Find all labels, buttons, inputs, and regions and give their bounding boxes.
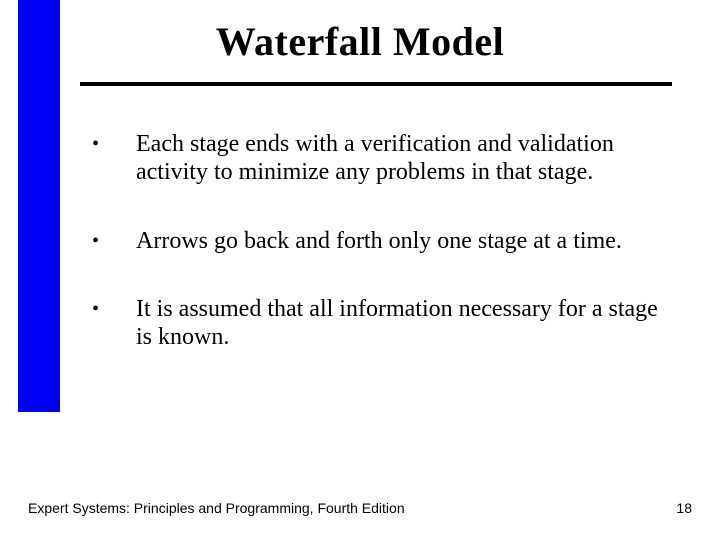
slide-title: Waterfall Model [0, 18, 720, 65]
slide: Waterfall Model • Each stage ends with a… [0, 0, 720, 540]
bullet-text: It is assumed that all information neces… [136, 295, 668, 352]
list-item: • Each stage ends with a verification an… [92, 130, 668, 187]
bullet-icon: • [92, 227, 136, 254]
list-item: • It is assumed that all information nec… [92, 295, 668, 352]
title-underline [80, 82, 672, 86]
bullet-text: Arrows go back and forth only one stage … [136, 227, 668, 255]
footer: Expert Systems: Principles and Programmi… [28, 500, 692, 516]
list-item: • Arrows go back and forth only one stag… [92, 227, 668, 255]
footer-source: Expert Systems: Principles and Programmi… [28, 500, 405, 516]
bullet-text: Each stage ends with a verification and … [136, 130, 668, 187]
page-number: 18 [676, 500, 692, 516]
bullet-icon: • [92, 295, 136, 322]
bullet-icon: • [92, 130, 136, 157]
bullet-list: • Each stage ends with a verification an… [92, 130, 668, 352]
